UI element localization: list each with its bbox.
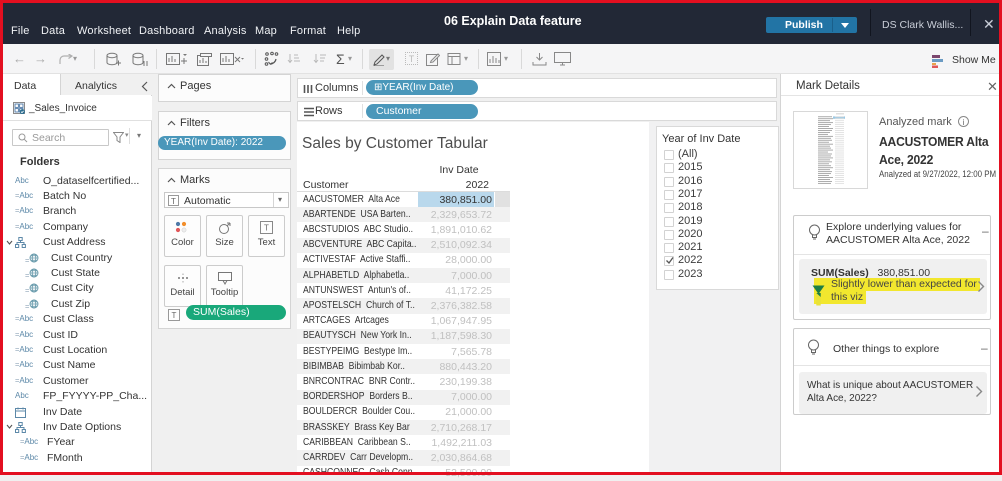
- svg-text:T: T: [264, 224, 269, 233]
